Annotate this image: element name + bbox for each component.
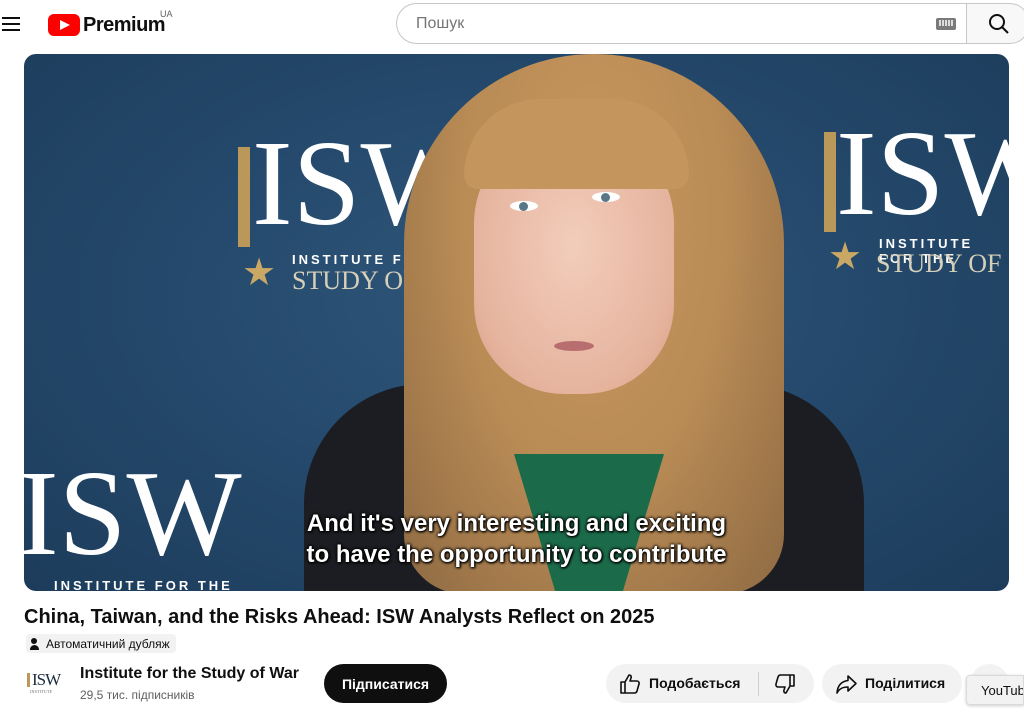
speaker-eye-right	[592, 192, 620, 202]
like-dislike-group: Подобається	[606, 664, 814, 703]
video-player[interactable]: ISW INSTITUTE FOR THE STUDY OF ★ ISW INS…	[24, 54, 1009, 591]
speaker-eye-left	[510, 201, 538, 211]
backdrop-tagline-left-2: STUDY OF	[292, 266, 418, 295]
share-label: Поділитися	[865, 675, 946, 691]
dislike-icon	[775, 674, 795, 694]
subscriber-count: 29,5 тис. підписників	[80, 688, 195, 702]
share-button[interactable]: Поділитися	[822, 664, 962, 703]
logo-text: Premium	[83, 13, 166, 36]
backdrop-star-right: ★	[828, 236, 863, 278]
tooltip: YouTube	[966, 675, 1024, 705]
channel-name[interactable]: Institute for the Study of War	[80, 665, 299, 683]
like-button[interactable]: Подобається	[606, 664, 758, 703]
video-title: China, Taiwan, and the Risks Ahead: ISW …	[24, 606, 655, 628]
search-box	[396, 3, 966, 44]
channel-avatar[interactable]: ISW INSTITUTE	[27, 670, 63, 696]
youtube-logo-icon	[48, 14, 80, 36]
like-icon	[620, 674, 640, 694]
subscribe-button[interactable]: Підписатися	[324, 664, 447, 703]
speaker-mouth	[554, 341, 594, 351]
search-icon	[989, 14, 1009, 34]
backdrop-tagline-right-2: STUDY OF	[876, 249, 1002, 278]
country-code: UA	[160, 9, 173, 19]
backdrop-tagline-bottom: INSTITUTE FOR THE	[54, 578, 233, 591]
keyboard-icon[interactable]	[936, 18, 956, 30]
speaker-bangs	[464, 99, 689, 189]
subtitle-line-1: And it's very interesting and exciting	[306, 510, 727, 537]
backdrop-logo-bar-right	[824, 132, 836, 232]
search-input[interactable]	[414, 13, 918, 34]
avatar-subtext: INSTITUTE	[30, 689, 53, 694]
youtube-premium-logo[interactable]: Premium	[48, 11, 166, 39]
avatar-text: ISW	[32, 670, 61, 689]
backdrop-logo-right: ISW	[836, 106, 1009, 241]
search-button[interactable]	[966, 3, 1024, 44]
auto-dub-icon	[30, 637, 43, 650]
like-label: Подобається	[649, 675, 741, 691]
auto-dub-badge[interactable]: Автоматичний дубляж	[26, 634, 176, 653]
avatar-gold-bar	[27, 673, 30, 687]
backdrop-star-left: ★	[242, 252, 277, 294]
dislike-button[interactable]	[759, 664, 814, 703]
backdrop-logo-bar	[238, 147, 250, 247]
auto-dub-label: Автоматичний дубляж	[46, 636, 170, 651]
menu-icon[interactable]	[0, 10, 22, 38]
subtitle-line-2: to have the opportunity to contribute	[306, 541, 727, 568]
share-icon	[836, 675, 857, 694]
